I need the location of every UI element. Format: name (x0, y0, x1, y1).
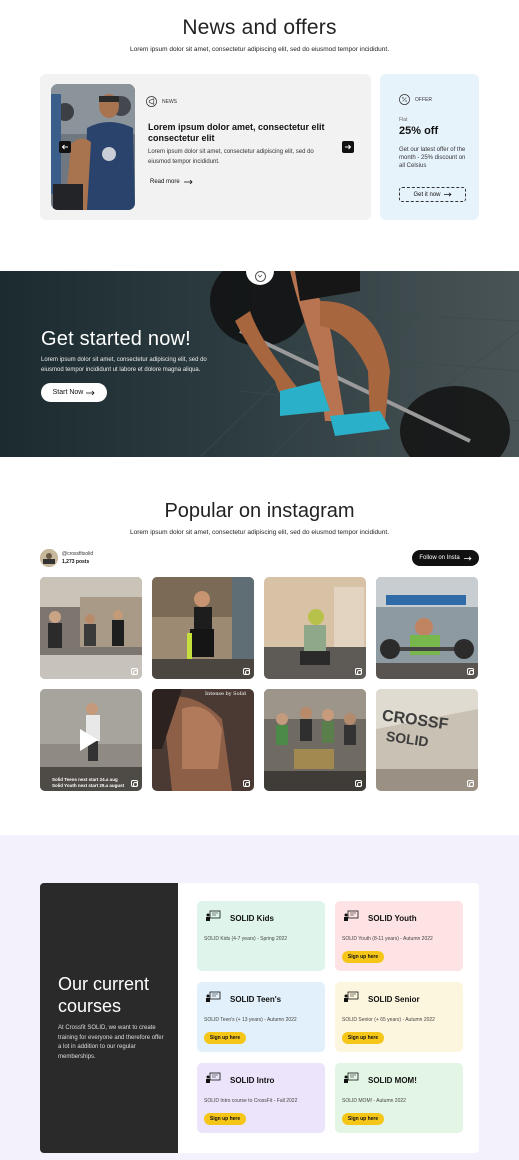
instagram-icon (131, 780, 138, 787)
course-card-kids: SOLID Kids SOLID Kids (4-7 years) - Spri… (197, 901, 325, 971)
instagram-handle: @crossfitsolid (62, 551, 94, 557)
course-title: SOLID MOM! (368, 1076, 417, 1085)
course-description: SOLID Kids (4-7 years) - Spring 2022 (204, 936, 288, 942)
classroom-icon (344, 910, 359, 921)
courses-intro-panel: Our current courses At Crossfit SOLID, w… (40, 883, 178, 1153)
course-description: SOLID Teen's (+ 13 years) - Autumn 2022 (204, 1017, 297, 1023)
classroom-icon (344, 991, 359, 1002)
classroom-icon (206, 1072, 221, 1083)
arrow-right-icon (183, 179, 193, 185)
course-title: SOLID Senior (368, 995, 420, 1004)
course-card-youth: SOLID Youth SOLID Youth (8-11 years) - A… (335, 901, 463, 971)
offer-prefix: Flat (399, 117, 408, 123)
follow-on-insta-button[interactable]: Follow on Insta (412, 550, 479, 566)
course-signup-button[interactable]: Sign up here (342, 1032, 384, 1044)
offer-text: Get our latest offer of the month - 25% … (399, 147, 466, 170)
start-now-label: Start Now (52, 389, 84, 396)
instagram-video-post[interactable]: Solid Teens next start 24.a aug Solid Yo… (40, 689, 142, 791)
instagram-posts-count: 1,273 posts (62, 559, 90, 565)
get-it-now-button[interactable]: Get it now (399, 187, 466, 202)
news-tag: NEWS (146, 96, 177, 107)
instagram-icon (355, 780, 362, 787)
arrow-right-icon (463, 556, 472, 560)
video-caption: Solid Teens next start 24.a aug Solid Yo… (52, 777, 125, 788)
news-item-body: Lorem ipsum dolor sit amet, consectetur … (148, 149, 314, 165)
course-description: SOLID Senior (+ 65 years) - Autumn 2022 (342, 1017, 435, 1023)
play-icon (80, 729, 98, 751)
follow-label: Follow on Insta (419, 555, 460, 561)
course-signup-button[interactable]: Sign up here (204, 1113, 246, 1125)
read-more-label: Read more (150, 179, 180, 185)
instagram-icon (131, 668, 138, 675)
news-heading: News and offers (182, 16, 337, 39)
news-tag-label: NEWS (162, 98, 177, 105)
instagram-post[interactable]: CROSSF SOLID (376, 689, 478, 791)
course-description: SOLID Youth (8-11 years) - Autumn 2022 (342, 936, 433, 942)
courses-heading: Our current courses (58, 974, 150, 1016)
classroom-icon (344, 1072, 359, 1083)
news-next-button[interactable] (342, 141, 354, 153)
offer-tag: OFFER (399, 94, 432, 105)
instagram-icon (467, 780, 474, 787)
instagram-post[interactable] (264, 689, 366, 791)
classroom-icon (206, 991, 221, 1002)
instagram-icon (355, 668, 362, 675)
instagram-post[interactable] (152, 577, 254, 679)
instagram-post[interactable] (264, 577, 366, 679)
arrow-right-icon (443, 192, 452, 197)
course-card-mom: SOLID MOM! SOLID MOM! - Autumn 2022 Sign… (335, 1063, 463, 1133)
course-signup-button[interactable]: Sign up here (342, 951, 384, 963)
news-prev-button[interactable] (59, 141, 71, 153)
discount-icon (399, 94, 410, 105)
instagram-heading: Popular on instagram (164, 500, 355, 522)
news-section: News and offers Lorem ipsum dolor sit am… (0, 0, 519, 250)
instagram-icon (467, 668, 474, 675)
classroom-icon (206, 910, 221, 921)
hero-title: Get started now! (41, 328, 191, 350)
start-now-button[interactable]: Start Now (41, 383, 107, 402)
course-card-intro: SOLID Intro SOLID Intro course to CrossF… (197, 1063, 325, 1133)
news-card: NEWS (40, 74, 371, 220)
courses-text: At Crossfit SOLID, we want to create tra… (58, 1025, 164, 1060)
course-title: SOLID Teen's (230, 995, 282, 1004)
instagram-post[interactable]: Intense by Solid (152, 689, 254, 791)
course-signup-button[interactable]: Sign up here (342, 1113, 384, 1125)
hero-banner: Get started now! Lorem ipsum dolor sit a… (0, 271, 519, 457)
get-it-now-label: Get it now (413, 191, 441, 198)
offer-amount: 25% off (399, 125, 439, 137)
news-subtitle: Lorem ipsum dolor sit amet, consectetur … (129, 46, 390, 53)
hero-text: Lorem ipsum dolor sit amet, consectetur … (41, 357, 207, 373)
instagram-post[interactable] (376, 577, 478, 679)
instagram-icon (243, 780, 250, 787)
course-title: SOLID Youth (368, 914, 417, 923)
course-title: SOLID Kids (230, 914, 275, 923)
arrow-left-icon (61, 144, 68, 150)
news-item-title: Lorem ipsum dolor amet, consectetur elit… (148, 122, 325, 143)
course-signup-button[interactable]: Sign up here (204, 1032, 246, 1044)
read-more-link[interactable]: Read more (150, 179, 193, 185)
instagram-profile[interactable]: @crossfitsolid 1,273 posts (40, 549, 93, 567)
instagram-subtitle: Lorem ipsum dolor sit amet, consectetur … (129, 529, 390, 536)
instagram-post[interactable] (40, 577, 142, 679)
course-description: SOLID MOM! - Autumn 2022 (342, 1098, 406, 1104)
arrow-right-icon (86, 390, 95, 395)
megaphone-icon (146, 96, 157, 107)
avatar (40, 549, 58, 567)
post-caption: Intense by Solid (205, 691, 246, 697)
instagram-icon (243, 668, 250, 675)
course-title: SOLID Intro (230, 1076, 275, 1085)
course-card-teens: SOLID Teen's SOLID Teen's (+ 13 years) -… (197, 982, 325, 1052)
course-description: SOLID Intro course to CrossFit - Fall 20… (204, 1098, 298, 1104)
scroll-down-icon (254, 270, 266, 282)
offer-tag-label: OFFER (415, 96, 432, 103)
course-card-senior: SOLID Senior SOLID Senior (+ 65 years) -… (335, 982, 463, 1052)
arrow-right-icon (345, 144, 352, 150)
